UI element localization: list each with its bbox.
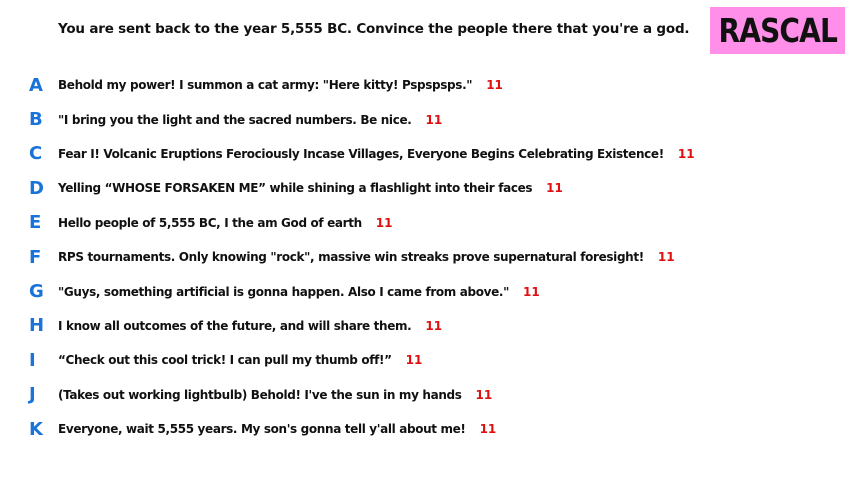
- answer-letter: A: [29, 74, 43, 96]
- answer-letter: H: [29, 315, 45, 337]
- answer-score: 11: [479, 422, 497, 437]
- answer-score: 11: [375, 215, 393, 230]
- answer-score: 11: [425, 112, 443, 127]
- answer-text: Everyone, wait 5,555 years. My son's gon…: [58, 422, 466, 437]
- answer-score: 11: [405, 353, 423, 368]
- answer-item-b: B "I bring you the light and the sacred …: [0, 102, 853, 136]
- answer-score: 11: [425, 318, 443, 333]
- answer-item-h: H I know all outcomes of the future, and…: [0, 309, 853, 343]
- answer-score: 11: [523, 284, 540, 299]
- answer-score: 11: [486, 78, 503, 93]
- answer-score: 11: [475, 387, 493, 402]
- answer-text: “Check out this cool trick! I can pull m…: [58, 353, 392, 368]
- answer-text: (Takes out working lightbulb) Behold! I'…: [58, 387, 462, 402]
- answer-letter: B: [29, 109, 43, 131]
- answer-text: I know all outcomes of the future, and w…: [58, 318, 412, 333]
- answer-item-f: F RPS tournaments. Only knowing "rock", …: [0, 240, 853, 274]
- answer-item-d: D Yelling “WHOSE FORSAKEN ME” while shin…: [0, 171, 853, 205]
- answer-list: A Behold my power! I summon a cat army: …: [0, 68, 853, 446]
- answer-letter: I: [29, 349, 36, 371]
- answer-letter: F: [29, 246, 42, 268]
- answer-letter: G: [29, 281, 44, 303]
- logo-text: RASCAL: [718, 11, 837, 50]
- answer-item-j: J (Takes out working lightbulb) Behold! …: [0, 378, 853, 412]
- answer-letter: J: [29, 384, 36, 406]
- answer-score: 11: [657, 250, 675, 265]
- answer-text: Fear I! Volcanic Eruptions Ferociously I…: [58, 146, 664, 161]
- answer-item-a: A Behold my power! I summon a cat army: …: [0, 68, 853, 102]
- answer-text: RPS tournaments. Only knowing "rock", ma…: [58, 250, 644, 265]
- answer-score: 11: [546, 181, 563, 196]
- rascal-logo: RASCAL: [710, 7, 845, 54]
- answer-letter: K: [29, 418, 43, 440]
- answer-item-k: K Everyone, wait 5,555 years. My son's g…: [0, 412, 853, 446]
- answer-item-g: G "Guys, something artificial is gonna h…: [0, 274, 853, 308]
- answer-score: 11: [677, 146, 695, 161]
- answer-text: Behold my power! I summon a cat army: "H…: [58, 78, 473, 93]
- prompt-text: You are sent back to the year 5,555 BC. …: [58, 21, 690, 37]
- answer-text: "I bring you the light and the sacred nu…: [58, 112, 412, 127]
- answer-item-c: C Fear I! Volcanic Eruptions Ferociously…: [0, 137, 853, 171]
- answer-item-e: E Hello people of 5,555 BC, I the am God…: [0, 206, 853, 240]
- answer-letter: C: [29, 143, 43, 165]
- answer-letter: E: [29, 212, 42, 234]
- answer-letter: D: [29, 177, 44, 199]
- answer-text: Hello people of 5,555 BC, I the am God o…: [58, 215, 362, 230]
- answer-text: "Guys, something artificial is gonna hap…: [58, 284, 510, 299]
- answer-item-i: I “Check out this cool trick! I can pull…: [0, 343, 853, 377]
- answer-text: Yelling “WHOSE FORSAKEN ME” while shinin…: [58, 181, 533, 196]
